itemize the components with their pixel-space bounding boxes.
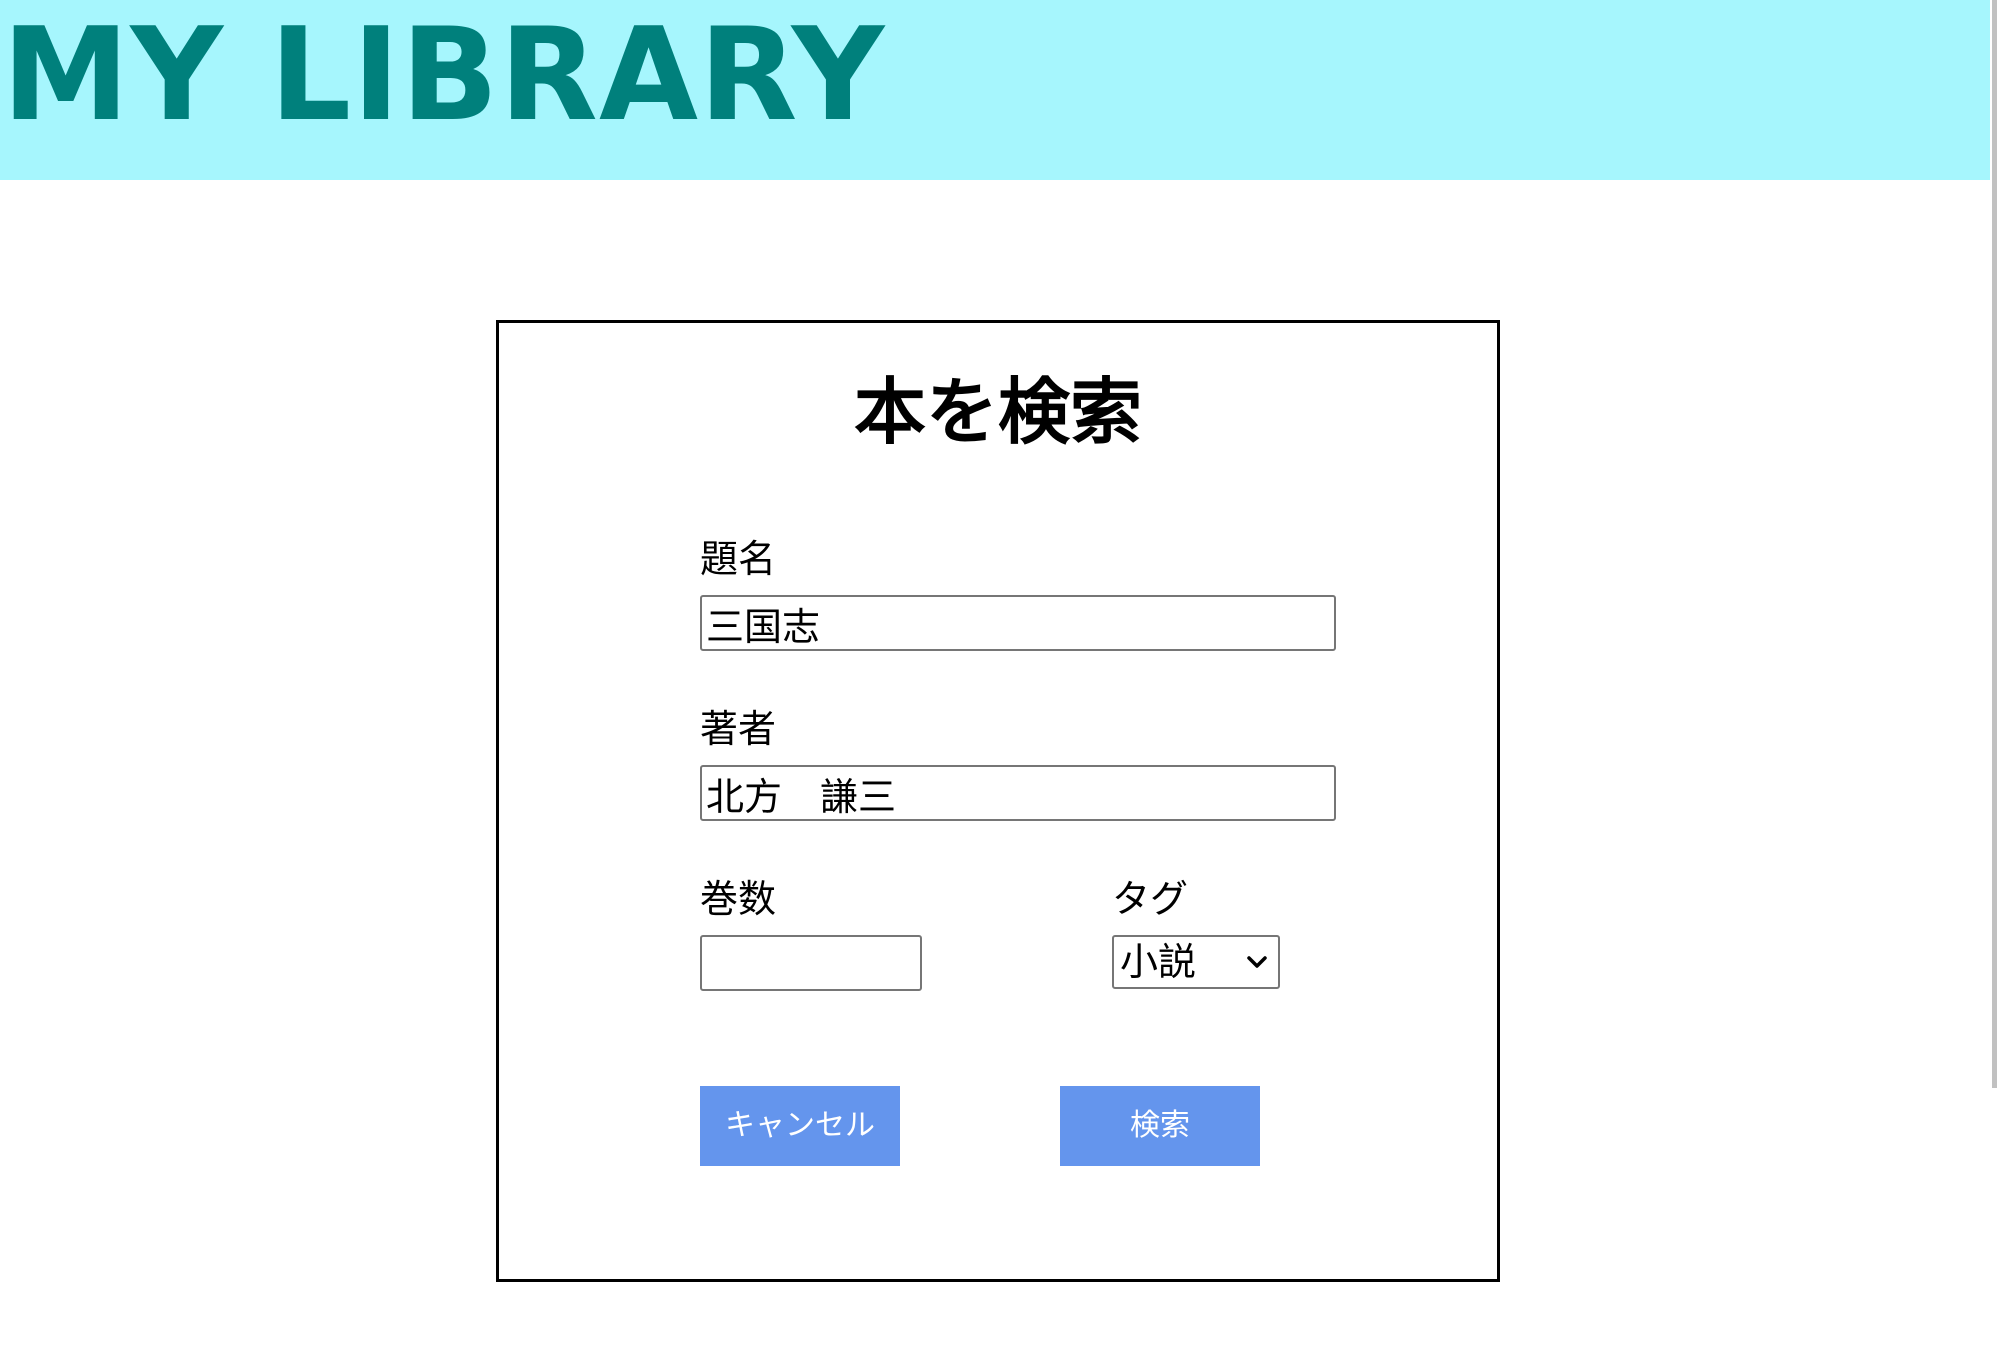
title-label: 題名 [700, 537, 777, 581]
author-label: 著者 [700, 707, 777, 751]
volume-label: 巻数 [700, 877, 777, 921]
cancel-button[interactable]: キャンセル [700, 1086, 900, 1166]
author-input[interactable] [700, 765, 1336, 821]
tag-select-value: 小説 [1120, 940, 1197, 984]
search-form-panel: 本を検索 題名 著者 巻数 タグ 小説 キャンセル 検索 [496, 320, 1500, 1282]
chevron-down-icon [1247, 956, 1267, 968]
site-title: MY LIBRARY [2, 1, 886, 150]
search-button[interactable]: 検索 [1060, 1086, 1260, 1166]
volume-input[interactable] [700, 935, 922, 991]
scrollbar-thumb[interactable] [1992, 0, 1997, 1088]
site-header: MY LIBRARY [0, 0, 1990, 180]
tag-select[interactable]: 小説 [1112, 935, 1280, 989]
title-input[interactable] [700, 595, 1336, 651]
tag-label: タグ [1112, 877, 1189, 921]
search-form-heading: 本を検索 [853, 370, 1142, 454]
page-scrollbar[interactable] [1990, 0, 1998, 1364]
